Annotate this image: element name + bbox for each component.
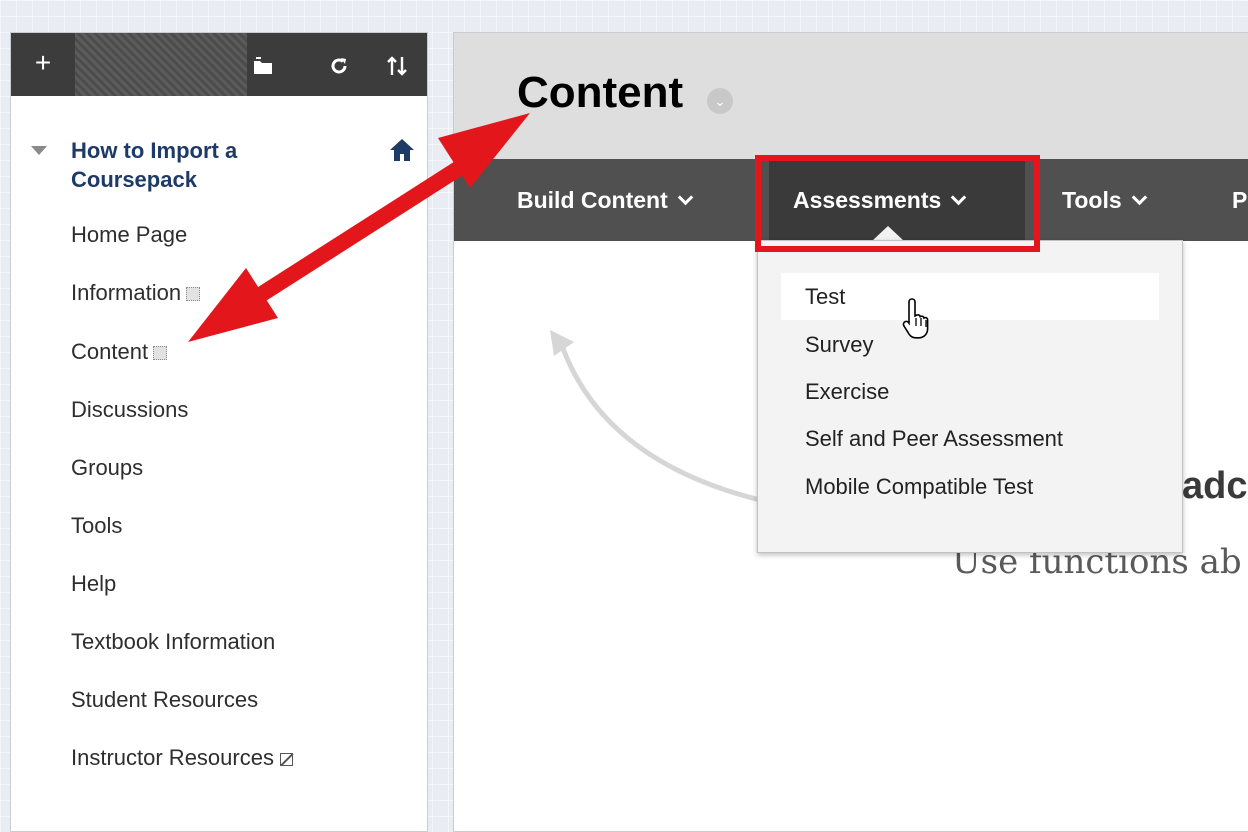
page-title: Content [517,68,684,117]
folder-icon[interactable] [243,33,283,96]
menu-item-groups[interactable]: Groups [71,453,143,483]
plus-icon[interactable]: + [11,33,75,96]
chevron-down-icon [1131,189,1147,206]
empty-state-heading: adc [1182,465,1248,507]
collapse-caret-icon[interactable] [31,146,47,155]
build-content-menu[interactable]: Build Content [517,159,694,241]
chevron-down-icon [951,189,967,206]
chevron-down-icon[interactable]: ⌄ [707,88,733,114]
tools-menu[interactable]: Tools [1062,159,1147,241]
dropdown-pointer [872,226,904,241]
dropdown-item-test[interactable]: Test [781,273,1159,320]
home-icon[interactable] [389,138,415,162]
refresh-icon[interactable] [319,33,359,96]
menu-item-student-resources[interactable]: Student Resources [71,685,258,715]
course-menu-panel: + How to Import a Coursepack Home Page I… [10,32,428,832]
menu-item-textbook-information[interactable]: Textbook Information [71,627,275,657]
toolbar-stripe [75,33,247,96]
action-bar: Build Content Assessments Tools P [454,159,1248,241]
menu-item-home-page[interactable]: Home Page [71,220,187,250]
sort-icon[interactable] [377,33,417,96]
partner-content-menu[interactable]: P [1232,159,1247,241]
menu-item-tools[interactable]: Tools [71,511,122,541]
menu-item-help[interactable]: Help [71,569,116,599]
hidden-icon [153,346,168,361]
course-title[interactable]: How to Import a Coursepack [71,136,331,194]
chevron-down-icon [677,189,694,206]
dropdown-item-self-and-peer-assessment[interactable]: Self and Peer Assessment [781,415,1159,462]
menu-item-information[interactable]: Information [71,278,201,308]
dropdown-item-survey[interactable]: Survey [781,321,1159,368]
external-link-icon [279,752,293,766]
hand-cursor-icon [902,298,929,339]
page-header: Content ⌄ [454,33,1248,159]
course-menu-toolbar: + [11,33,427,96]
menu-item-content[interactable]: Content [71,337,168,367]
menu-item-discussions[interactable]: Discussions [71,395,188,425]
hidden-icon [186,287,201,302]
dropdown-item-mobile-compatible-test[interactable]: Mobile Compatible Test [781,463,1159,510]
background-curve-arrow-icon [550,330,761,503]
menu-item-instructor-resources[interactable]: Instructor Resources [71,743,293,773]
dropdown-item-exercise[interactable]: Exercise [781,368,1159,415]
assessments-dropdown: Test Survey Exercise Self and Peer Asses… [757,240,1183,553]
